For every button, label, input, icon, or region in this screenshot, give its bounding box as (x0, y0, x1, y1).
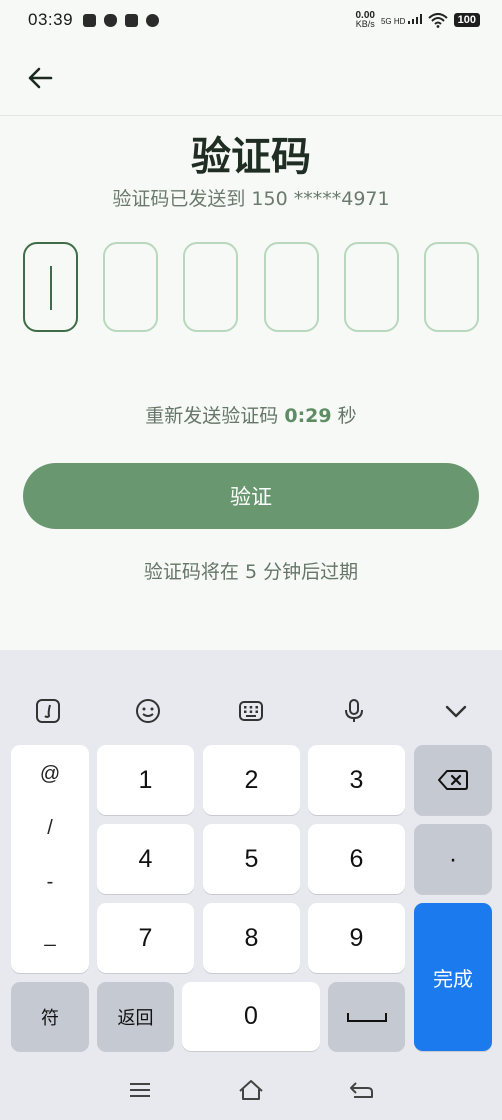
key-1[interactable]: 1 (97, 745, 194, 815)
resend-countdown: 重新发送验证码 0:29 秒 (0, 401, 502, 428)
text-caret (50, 266, 52, 310)
microphone-icon[interactable] (337, 694, 371, 728)
symbol-hyphen[interactable]: - (11, 871, 89, 894)
return-key[interactable]: 返回 (97, 982, 174, 1051)
resend-timer: 0:29 (284, 405, 332, 427)
emoji-icon[interactable] (131, 694, 165, 728)
chevron-down-icon[interactable] (439, 694, 473, 728)
wifi-icon (427, 12, 448, 28)
code-digit-1[interactable] (23, 242, 78, 332)
key-5[interactable]: 5 (203, 824, 300, 894)
arrow-left-icon (28, 67, 53, 89)
shield-icon (104, 13, 118, 27)
notification-icons (83, 13, 160, 27)
dot-key[interactable]: · (414, 824, 492, 894)
menu-icon[interactable] (120, 1074, 160, 1106)
key-9[interactable]: 9 (308, 903, 405, 973)
battery-indicator: 100 (453, 13, 480, 27)
done-button[interactable]: 完成 (414, 903, 492, 1051)
gear-icon (146, 13, 160, 27)
resend-unit: 秒 (337, 405, 357, 427)
key-2[interactable]: 2 (203, 745, 300, 815)
keyboard-icon[interactable] (234, 694, 268, 728)
key-7[interactable]: 7 (97, 903, 194, 973)
space-key[interactable] (328, 982, 405, 1051)
status-right: 0.00 KB/s 5G HD 100 (355, 11, 480, 29)
code-digit-4[interactable] (264, 242, 319, 332)
status-time: 03:39 (28, 10, 74, 29)
key-4[interactable]: 4 (97, 824, 194, 894)
code-digit-3[interactable] (183, 242, 238, 332)
code-digit-5[interactable] (344, 242, 399, 332)
numeric-keyboard: @ / - _ 1 2 3 4 5 6 7 8 9 · 完成 符 返回 0 (0, 650, 502, 1120)
handwriting-icon[interactable] (31, 694, 65, 728)
key-8[interactable]: 8 (203, 903, 300, 973)
symbol-slash[interactable]: / (11, 817, 89, 840)
signal-icon: 5G HD (381, 14, 422, 26)
symbol-at[interactable]: @ (11, 763, 89, 786)
code-digit-2[interactable] (103, 242, 158, 332)
verify-button[interactable]: 验证 (23, 463, 479, 529)
net-speed: 0.00 KB/s (355, 10, 375, 29)
status-bar: 03:39 0.00 KB/s 5G HD 100 (0, 0, 502, 40)
expire-note: 验证码将在 5 分钟后过期 (143, 561, 359, 583)
symbols-key[interactable]: 符 (11, 982, 89, 1051)
symbol-column[interactable]: @ / - _ (11, 745, 89, 973)
symbol-underscore[interactable]: _ (11, 925, 89, 948)
key-3[interactable]: 3 (308, 745, 405, 815)
code-digit-6[interactable] (424, 242, 479, 332)
system-nav-bar (0, 1060, 502, 1120)
back-button[interactable] (20, 58, 60, 98)
top-bar (0, 40, 502, 116)
space-icon (346, 1012, 387, 1022)
page-title: 验证码 (191, 134, 311, 180)
notification-icon (83, 13, 97, 27)
resend-label: 重新发送验证码 (145, 405, 279, 427)
home-icon[interactable] (231, 1074, 271, 1106)
backspace-icon (438, 770, 468, 790)
code-input-row (23, 242, 479, 332)
message-icon (125, 13, 139, 27)
back-icon[interactable] (341, 1074, 381, 1106)
key-6[interactable]: 6 (308, 824, 405, 894)
key-0[interactable]: 0 (182, 982, 320, 1051)
keyboard-toolbar (0, 650, 502, 738)
backspace-button[interactable] (414, 745, 492, 815)
phone-sent-subtitle: 验证码已发送到 150 *****4971 (112, 188, 390, 210)
